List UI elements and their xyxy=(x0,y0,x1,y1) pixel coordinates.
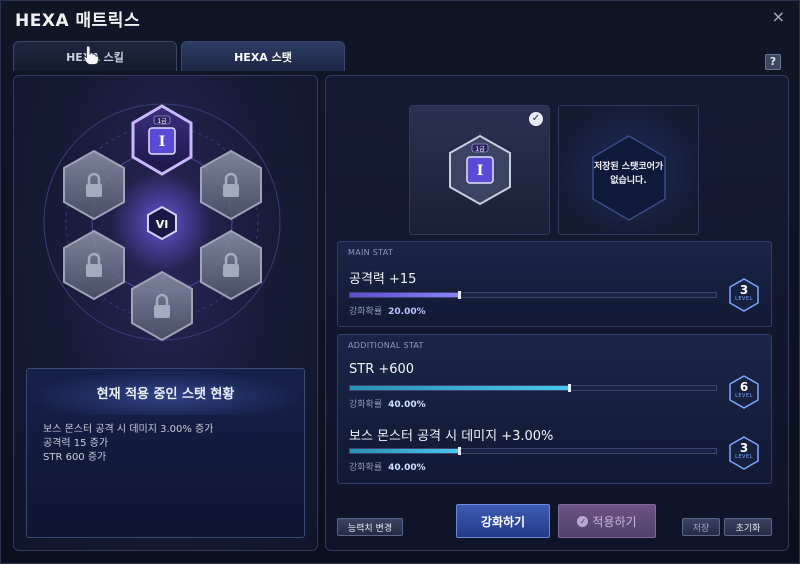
saved-core-empty-text: 저장된 스탯코어가 없습니다. xyxy=(593,162,664,186)
additional-stat-level-badge: 3 LEVEL xyxy=(729,436,759,470)
progress-marker xyxy=(457,447,461,455)
main-stat-progress-bar xyxy=(349,291,717,299)
main-stat-name: 공격력 +15 xyxy=(349,272,417,287)
window-title: HEXA 매트릭스 xyxy=(15,10,141,31)
active-hex-core[interactable]: I 1급 xyxy=(131,104,193,176)
hex-core-board: I 1급 VI xyxy=(43,103,281,342)
main-stat-box: MAIN STAT 공격력 +15 강화확률 20.00% 3 LEVEL xyxy=(337,241,772,327)
additional-stat-progress-bar xyxy=(349,384,717,392)
hand-cursor-icon xyxy=(83,45,99,65)
save-button[interactable]: 저장 xyxy=(682,518,720,536)
status-line: 보스 몬스터 공격 시 데미지 3.00% 증가 xyxy=(43,424,214,435)
status-title: 현재 적용 중인 스탯 현황 xyxy=(27,369,304,415)
additional-stat-probability: 강화확률 40.00% xyxy=(349,400,426,410)
apply-button[interactable]: ✓ 적용하기 xyxy=(558,504,656,538)
status-line: 공격력 15 증가 xyxy=(43,438,109,449)
hexa-matrix-panel: I 1급 VI 현재 적용 중인 스탯 현황 보스 몬스터 공격 시 데미지 3… xyxy=(13,75,318,551)
svg-text:I: I xyxy=(159,134,166,150)
svg-text:I: I xyxy=(477,163,484,179)
status-line: STR 600 증가 xyxy=(43,452,107,463)
progress-fill xyxy=(350,449,460,453)
additional-stat-header: ADDITIONAL STAT xyxy=(348,341,424,350)
stat-detail-panel: ✓ I 1급 12 / 20 저장된 스탯코어가 없습니다. MAIN xyxy=(325,75,789,551)
check-icon: ✓ xyxy=(577,515,589,527)
tab-hexa-stat[interactable]: HEXA 스탯 xyxy=(181,41,345,71)
progress-marker xyxy=(457,291,461,299)
current-stat-status: 현재 적용 중인 스탯 현황 보스 몬스터 공격 시 데미지 3.00% 증가 … xyxy=(26,368,305,538)
additional-stat-name: 보스 몬스터 공격 시 데미지 +3.00% xyxy=(349,429,554,444)
saved-stat-core-card[interactable]: 저장된 스탯코어가 없습니다. xyxy=(558,105,699,235)
svg-text:1급: 1급 xyxy=(157,118,167,125)
locked-hex-core[interactable] xyxy=(63,229,125,301)
change-ability-button[interactable]: 능력치 변경 xyxy=(337,518,403,536)
current-stat-core-card[interactable]: ✓ I 1급 12 / 20 xyxy=(409,105,550,263)
additional-stat-name: STR +600 xyxy=(349,362,415,377)
progress-fill xyxy=(350,293,460,297)
additional-stat-progress-bar xyxy=(349,447,717,455)
reset-button[interactable]: 초기화 xyxy=(724,518,772,536)
additional-stat-probability: 강화확률 40.00% xyxy=(349,463,426,473)
svg-text:VI: VI xyxy=(156,218,169,231)
locked-hex-core[interactable] xyxy=(200,229,262,301)
help-button[interactable]: ? xyxy=(765,54,781,70)
title-bar[interactable]: HEXA 매트릭스 xyxy=(1,1,800,35)
main-stat-probability: 강화확률 20.00% xyxy=(349,307,426,317)
additional-stat-box: ADDITIONAL STAT STR +600 강화확률 40.00% 6 LE… xyxy=(337,334,772,484)
main-stat-level-badge: 3 LEVEL xyxy=(729,278,759,312)
main-stat-header: MAIN STAT xyxy=(348,248,394,257)
status-list: 보스 몬스터 공격 시 데미지 3.00% 증가 공격력 15 증가 STR 6… xyxy=(27,415,304,465)
progress-fill xyxy=(350,386,570,390)
close-icon[interactable]: × xyxy=(772,7,785,26)
additional-stat-level-badge: 6 LEVEL xyxy=(729,375,759,409)
progress-marker xyxy=(567,384,571,392)
svg-text:1급: 1급 xyxy=(475,146,485,153)
stat-core-icon: I 1급 xyxy=(449,134,511,206)
locked-hex-core[interactable] xyxy=(131,270,193,342)
center-emblem-icon: VI xyxy=(147,205,177,241)
enhance-button[interactable]: 강화하기 xyxy=(456,504,550,538)
hexa-matrix-window: HEXA 매트릭스 × ? HEXA 스킬 HEXA 스탯 I 1급 VI 현재… xyxy=(0,0,800,564)
